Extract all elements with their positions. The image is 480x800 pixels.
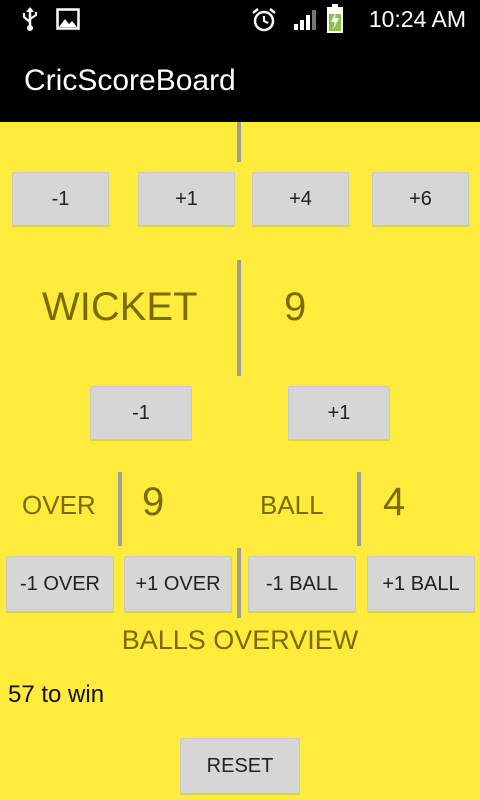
app-title: CricScoreBoard <box>24 64 236 97</box>
plus-over-button[interactable]: +1 OVER <box>124 556 232 612</box>
reset-button[interactable]: RESET <box>180 738 300 794</box>
ball-count: 4 <box>383 480 406 524</box>
wicket-minus-button[interactable]: -1 <box>90 386 192 440</box>
usb-icon <box>22 7 38 31</box>
divider-ball <box>357 472 361 546</box>
wicket-plus-button[interactable]: +1 <box>288 386 390 440</box>
wicket-label: WICKET <box>42 285 198 329</box>
runs-plus-6-button[interactable]: +6 <box>372 172 469 226</box>
divider-buttons <box>237 548 241 618</box>
divider-over <box>118 472 122 546</box>
divider-wicket <box>237 260 241 376</box>
runs-plus-1-button[interactable]: +1 <box>138 172 235 226</box>
status-time: 10:24 AM <box>368 6 466 32</box>
target-text: 57 to win <box>8 681 105 708</box>
over-label: OVER <box>22 490 96 520</box>
balls-overview-label: BALLS OVERVIEW <box>121 625 359 655</box>
signal-icon <box>294 10 316 30</box>
battery-charging-icon <box>327 4 343 33</box>
minus-over-button[interactable]: -1 OVER <box>6 556 114 612</box>
image-icon <box>56 8 80 30</box>
status-bar: 10:24 AM <box>0 0 480 38</box>
ball-label: BALL <box>260 490 324 520</box>
runs-plus-4-button[interactable]: +4 <box>252 172 349 226</box>
divider-top <box>237 122 241 162</box>
runs-minus-1-button[interactable]: -1 <box>12 172 109 226</box>
app-bar: CricScoreBoard <box>0 38 480 122</box>
alarm-icon <box>252 8 276 32</box>
over-count: 9 <box>142 480 165 524</box>
plus-ball-button[interactable]: +1 BALL <box>367 556 475 612</box>
wicket-count: 9 <box>284 285 307 329</box>
minus-ball-button[interactable]: -1 BALL <box>248 556 356 612</box>
